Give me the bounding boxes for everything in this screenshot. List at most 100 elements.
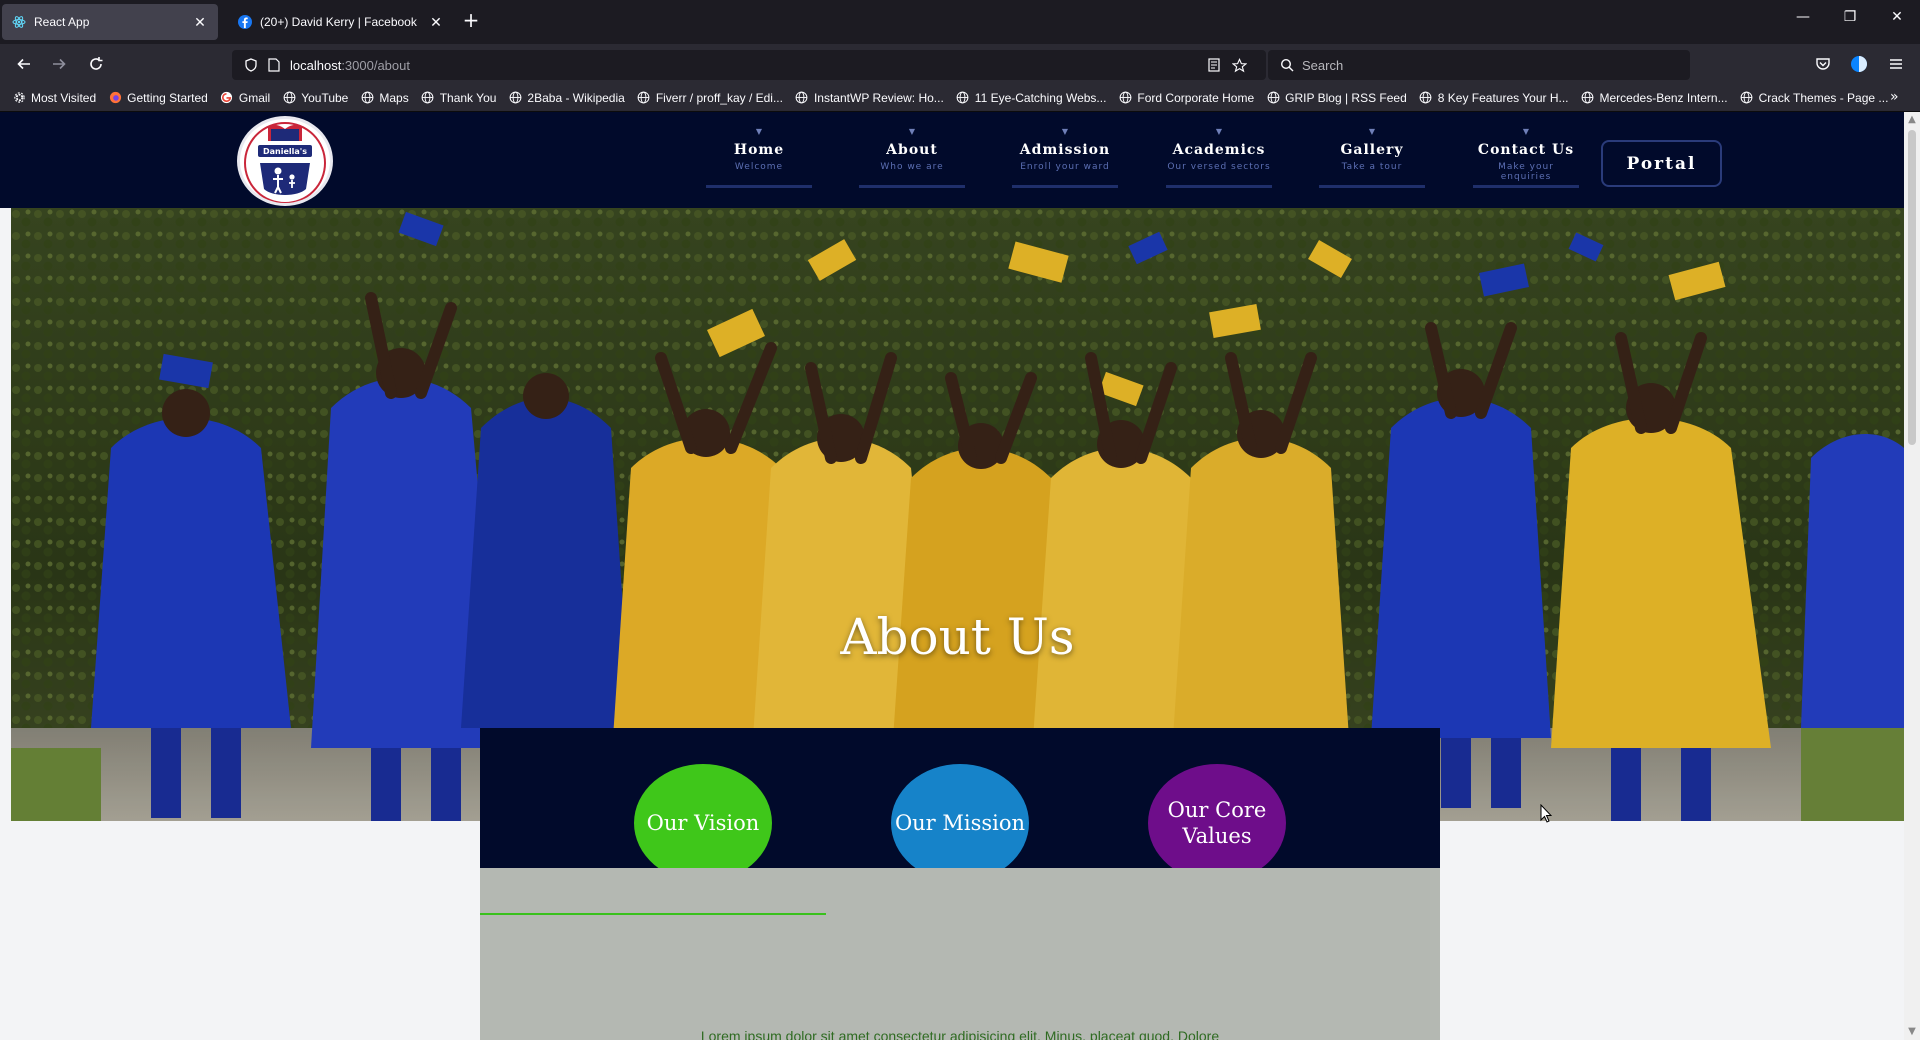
page-viewport: Daniella's ▼ Home Welcome ▼ About Who we are ▼… (0, 112, 1920, 1040)
caret-down-icon: ▼ (908, 127, 916, 136)
bookmark-label: Thank You (439, 90, 497, 105)
search-input[interactable]: Search (1268, 50, 1690, 80)
page-icon (268, 58, 280, 72)
nav-item-home[interactable]: ▼ Home Welcome (706, 128, 812, 188)
bookmark-item[interactable]: Thank You (421, 90, 497, 105)
star-icon[interactable] (1232, 57, 1247, 73)
bookmark-item[interactable]: Most Visited (12, 91, 96, 105)
bookmark-label: 8 Key Features Your H... (1437, 90, 1569, 105)
tab-content-panel: Lorem ipsum dolor sit amet consectetur a… (480, 868, 1440, 1040)
bookmark-label: GRIP Blog | RSS Feed (1285, 90, 1407, 105)
close-window-icon[interactable]: ✕ (1874, 0, 1920, 34)
facebook-icon (238, 15, 252, 29)
nav-item-label: Academics (1172, 142, 1266, 158)
bookmark-label: InstantWP Review: Ho... (813, 90, 944, 105)
browser-tab-react-app[interactable]: React App ✕ (2, 4, 218, 40)
google-icon (220, 91, 234, 105)
hamburger-menu-icon[interactable] (1884, 52, 1908, 76)
page-scrollbar[interactable]: ▲ ▼ (1904, 112, 1920, 1040)
bookmark-label: YouTube (301, 90, 349, 105)
bookmark-item[interactable]: Ford Corporate Home (1118, 91, 1254, 105)
nav-item-academics[interactable]: ▼ Academics Our versed sectors (1166, 128, 1272, 188)
bookmark-item[interactable]: Mercedes-Benz Intern... (1581, 91, 1728, 105)
bookmark-item[interactable]: Maps (360, 90, 409, 105)
bookmark-item[interactable]: 8 Key Features Your H... (1419, 91, 1569, 105)
school-logo[interactable]: Daniella's (237, 116, 333, 206)
address-bar[interactable]: localhost:3000/about (232, 50, 1266, 80)
search-icon (1280, 58, 1294, 72)
bookmark-label: Crack Themes - Page ... (1758, 90, 1889, 105)
scroll-down-icon[interactable]: ▼ (1904, 1024, 1920, 1040)
globe-icon (637, 91, 651, 105)
nav-item-admission[interactable]: ▼ Admission Enroll your ward (1012, 128, 1118, 188)
tab-our-vision[interactable]: Our Vision (634, 764, 772, 882)
bookmark-label: Fiverr / proff_kay / Edi... (655, 90, 783, 105)
bookmark-item[interactable]: GRIP Blog | RSS Feed (1266, 91, 1407, 105)
forward-arrow-icon[interactable] (47, 52, 71, 76)
browser-tab-bar: React App ✕ (20+) David Kerry | Facebook… (0, 0, 1920, 44)
scrollbar-thumb[interactable] (1908, 130, 1916, 445)
bookmark-item[interactable]: InstantWP Review: Ho... (795, 91, 944, 105)
bookmark-label: Gmail (238, 90, 271, 105)
bookmark-item[interactable]: Fiverr / proff_kay / Edi... (637, 91, 783, 105)
search-placeholder: Search (1302, 57, 1344, 73)
tab-content-text: Lorem ipsum dolor sit amet consectetur a… (700, 1028, 1220, 1040)
active-tab-underline (480, 913, 826, 915)
nav-item-subtitle: Take a tour (1341, 162, 1403, 172)
shield-icon[interactable] (244, 58, 258, 72)
globe-icon (956, 91, 970, 105)
bookmarks-toolbar: Most Visited Getting Started Gmail YouTube M… (0, 84, 1920, 112)
browser-nav-bar: localhost:3000/about Search (0, 44, 1920, 84)
restore-icon[interactable]: ❐ (1827, 0, 1873, 34)
bookmarks-overflow-icon[interactable]: » (1890, 90, 1910, 106)
tab-title: (20+) David Kerry | Facebook (260, 15, 417, 29)
reader-view-icon[interactable] (1207, 58, 1221, 72)
globe-icon (1419, 91, 1433, 105)
globe-icon (1118, 91, 1132, 105)
nav-item-label: Contact Us (1477, 142, 1575, 158)
globe-icon (421, 91, 435, 105)
bookmark-item[interactable]: YouTube (282, 91, 348, 105)
nav-item-label: Admission (1019, 142, 1111, 158)
nav-item-label: Gallery (1340, 142, 1404, 158)
globe-icon (508, 91, 522, 105)
caret-down-icon: ▼ (1522, 127, 1530, 136)
nav-item-label: Home (733, 142, 785, 158)
caret-down-icon: ▼ (755, 127, 763, 136)
tab-our-mission[interactable]: Our Mission (891, 764, 1029, 882)
react-icon (12, 15, 26, 29)
globe-icon (1266, 91, 1280, 105)
portal-button[interactable]: Portal (1601, 140, 1722, 187)
gear-icon (12, 91, 26, 105)
bookmark-item[interactable]: 11 Eye-Catching Webs... (956, 91, 1106, 105)
nav-item-subtitle: Enroll your ward (1020, 162, 1110, 172)
bookmark-item[interactable]: Gmail (220, 91, 270, 105)
bookmark-item[interactable]: Crack Themes - Page ... (1740, 90, 1889, 105)
new-tab-icon[interactable]: + (460, 10, 482, 32)
close-icon[interactable]: ✕ (428, 14, 444, 30)
bookmark-item[interactable]: 2Baba - Wikipedia (508, 90, 625, 105)
browser-tab-facebook[interactable]: (20+) David Kerry | Facebook ✕ (228, 4, 454, 40)
nav-item-label: About (886, 142, 938, 158)
nav-item-gallery[interactable]: ▼ Gallery Take a tour (1319, 128, 1425, 188)
reload-icon[interactable] (84, 52, 108, 76)
nav-item-subtitle: Who we are (880, 162, 944, 172)
nav-item-contact-us[interactable]: ▼ Contact Us Make your enquiries (1473, 128, 1579, 188)
mouse-cursor-icon (1540, 804, 1552, 823)
account-avatar-icon[interactable] (1847, 52, 1871, 76)
nav-item-about[interactable]: ▼ About Who we are (859, 128, 965, 188)
bookmark-label: Ford Corporate Home (1137, 90, 1255, 105)
tab-our-core-values[interactable]: Our Core Values (1148, 764, 1286, 882)
scroll-up-icon[interactable]: ▲ (1904, 112, 1920, 128)
site-header: Daniella's ▼ Home Welcome ▼ About Who we are ▼… (0, 112, 1904, 208)
bookmark-item[interactable]: Getting Started (108, 91, 208, 105)
minimize-icon[interactable]: — (1780, 0, 1826, 34)
pocket-icon[interactable] (1811, 52, 1835, 76)
bookmark-label: Getting Started (127, 90, 208, 105)
bookmark-label: Mercedes-Benz Intern... (1599, 90, 1728, 105)
close-icon[interactable]: ✕ (192, 14, 208, 30)
bookmark-label: Maps (379, 90, 409, 105)
back-arrow-icon[interactable] (12, 52, 36, 76)
bookmark-label: 2Baba - Wikipedia (527, 90, 625, 105)
globe-icon (282, 91, 296, 105)
